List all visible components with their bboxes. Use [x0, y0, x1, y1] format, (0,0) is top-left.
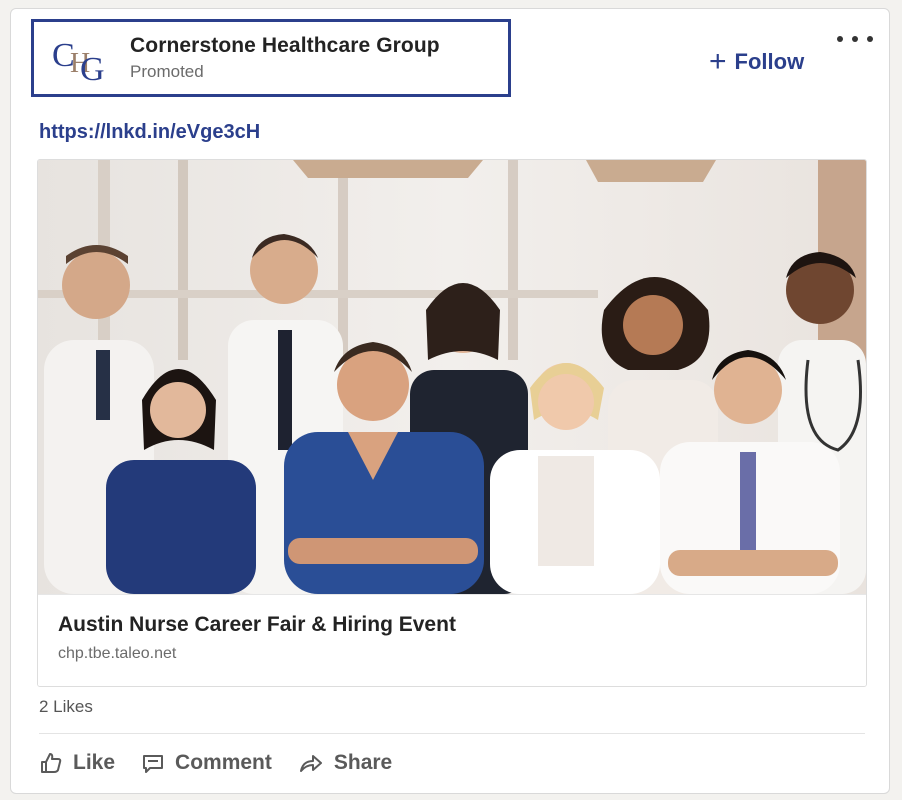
post-header[interactable]: C H G Cornerstone Healthcare Group Promo… [31, 19, 511, 97]
link-preview-title[interactable]: Austin Nurse Career Fair & Hiring Event [58, 613, 846, 637]
share-arrow-icon [299, 755, 322, 772]
comment-button[interactable]: Comment [141, 751, 272, 775]
comment-icon [143, 755, 164, 773]
promoted-label: Promoted [130, 62, 204, 81]
comment-label: Comment [175, 751, 272, 774]
link-preview-caption[interactable]: Austin Nurse Career Fair & Hiring Event … [38, 594, 866, 686]
post-link[interactable]: https://lnkd.in/eVge3cH [39, 121, 260, 144]
thumbs-up-icon [41, 753, 62, 773]
like-label: Like [73, 751, 116, 774]
healthcare-team-photo[interactable] [38, 160, 866, 594]
company-name[interactable]: Cornerstone Healthcare Group [130, 34, 440, 58]
share-label: Share [333, 751, 393, 774]
share-button[interactable]: Share [298, 751, 392, 775]
promoted-post-card: C H G Cornerstone Healthcare Group Promo… [10, 8, 890, 794]
follow-label: Follow [734, 49, 805, 74]
link-preview-domain: chp.tbe.taleo.net [58, 645, 177, 662]
social-actions-bar: Like Comment Share [39, 751, 418, 775]
more-options-icon[interactable] [837, 29, 873, 49]
follow-button[interactable]: + Follow [709, 45, 805, 78]
company-logo[interactable]: C H G [50, 32, 110, 84]
svg-text:G: G [80, 51, 105, 84]
divider [39, 733, 865, 734]
link-preview[interactable]: Austin Nurse Career Fair & Hiring Event … [37, 159, 867, 687]
plus-icon: + [709, 45, 727, 78]
like-button[interactable]: Like [39, 751, 115, 775]
likes-count[interactable]: 2 Likes [39, 697, 93, 717]
